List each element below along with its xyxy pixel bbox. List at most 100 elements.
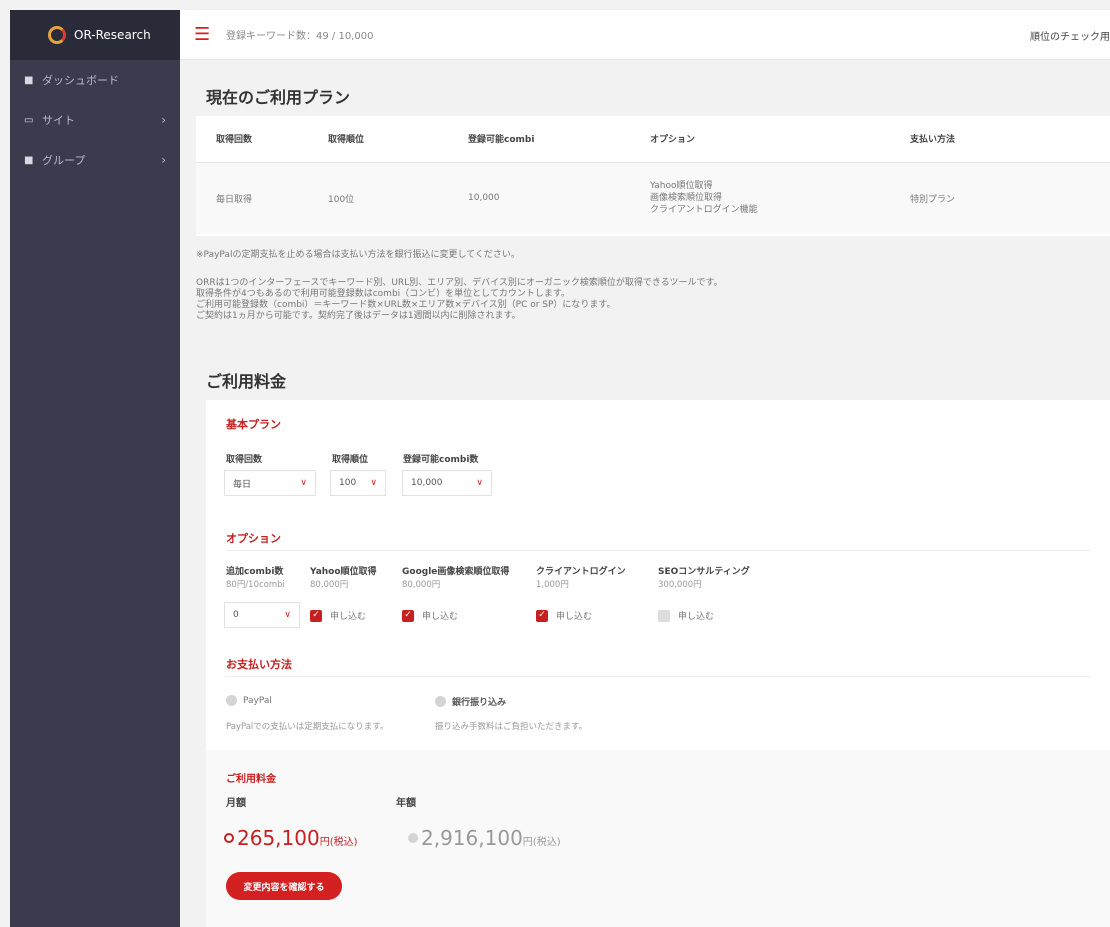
paypal-radio[interactable]: PayPal: [226, 695, 272, 706]
description-line: ORRは1つのインターフェースでキーワード別、URL別、エリア別、デバイス別にオ…: [196, 278, 723, 288]
fee-heading: ご利用料金: [226, 774, 276, 785]
brand-name: OR-Research: [74, 28, 151, 42]
rank-select[interactable]: 100 ∨: [330, 470, 386, 496]
window-icon: ▭: [24, 114, 34, 126]
extra-combi-select[interactable]: 0 ∨: [224, 602, 300, 628]
bank-transfer-radio[interactable]: 銀行振り込み: [435, 695, 506, 708]
google-image-option-price: 80,000円: [402, 580, 441, 590]
description-line: 取得条件が4つもあるので利用可能登録数はcombi（コンビ）を単位としてカウント…: [196, 289, 570, 299]
chevron-down-icon: ∨: [300, 478, 307, 488]
bank-transfer-note: 振り込み手数料はご負担いただきます。: [435, 722, 588, 732]
yearly-label: 年額: [396, 798, 416, 809]
description-line: ご契約は1ヵ月から可能です。契約完了後はデータは1週間以内に削除されます。: [196, 311, 521, 321]
yearly-price-radio[interactable]: 2,916,100 円(税込): [408, 826, 561, 850]
apply-label: 申し込む: [330, 612, 367, 622]
confirm-changes-button[interactable]: 変更内容を確認する: [226, 872, 342, 900]
service-description: ORRは1つのインターフェースでキーワード別、URL別、エリア別、デバイス別にオ…: [196, 278, 723, 322]
table-header-row: 取得回数 取得順位 登録可能combi オプション 支払い方法: [196, 116, 1110, 163]
sidebar: OR-Research ■ ダッシュボード ▭ サイト › ■ グループ ›: [10, 10, 180, 927]
sidebar-item-label: ダッシュボード: [42, 74, 119, 87]
monthly-amount: 265,100: [237, 826, 320, 850]
extra-combi-price: 80円/10combi: [226, 580, 285, 590]
extra-combi-label: 追加combi数: [226, 567, 284, 577]
sidebar-item-label: サイト: [42, 114, 75, 127]
bank-transfer-label: 銀行振り込み: [452, 698, 507, 708]
col-payment: 支払い方法: [890, 116, 1110, 163]
checkbox-unchecked-icon: ✓: [658, 609, 670, 622]
sidebar-item-dashboard[interactable]: ■ ダッシュボード: [10, 60, 180, 100]
brand-header[interactable]: OR-Research: [10, 10, 180, 60]
option-line: 画像検索順位取得: [650, 193, 723, 204]
radio-icon: [408, 833, 418, 843]
seo-option-checkbox[interactable]: ✓ 申し込む: [658, 609, 714, 622]
pricing-title: ご利用料金: [206, 372, 287, 391]
current-plan-card: 取得回数 取得順位 登録可能combi オプション 支払い方法 毎日取得 100…: [196, 116, 1110, 236]
pricing-card: 基本プラン 取得回数 取得順位 登録可能combi数 毎日 ∨ 100 ∨ 10…: [206, 400, 1110, 927]
col-combi: 登録可能combi: [448, 116, 630, 163]
client-login-option-price: 1,000円: [536, 580, 569, 590]
frequency-value: 毎日: [233, 479, 252, 490]
monthly-price-radio[interactable]: 265,100 円(税込): [224, 826, 358, 850]
radio-selected-icon: [224, 833, 234, 843]
yearly-amount: 2,916,100: [421, 826, 523, 850]
client-login-option-label: クライアントログイン: [536, 567, 626, 577]
combi-value: 10,000: [411, 478, 443, 488]
google-image-option-checkbox[interactable]: ✓ 申し込む: [402, 609, 458, 622]
current-plan-title: 現在のご利用プラン: [206, 88, 351, 107]
yahoo-option-checkbox[interactable]: ✓ 申し込む: [310, 609, 366, 622]
yahoo-option-label: Yahoo順位取得: [310, 567, 377, 577]
combi-select[interactable]: 10,000 ∨: [402, 470, 492, 496]
divider: [226, 676, 1090, 677]
option-line: クライアントログイン機能: [650, 205, 758, 216]
description-line: ご利用可能登録数（combi）＝キーワード数×URL数×エリア数×デバイス別（P…: [196, 300, 616, 310]
col-rank: 取得順位: [308, 116, 448, 163]
radio-icon: [226, 695, 237, 706]
basic-plan-heading: 基本プラン: [226, 418, 281, 431]
folder-icon: ■: [24, 154, 34, 166]
frequency-label: 取得回数: [226, 455, 263, 465]
apply-label: 申し込む: [556, 612, 593, 622]
cell-combi: 10,000: [448, 162, 630, 234]
divider: [226, 550, 1090, 551]
checkbox-checked-icon: ✓: [402, 609, 414, 622]
cell-rank: 100位: [308, 162, 448, 234]
client-login-option-checkbox[interactable]: ✓ 申し込む: [536, 609, 592, 622]
checkbox-checked-icon: ✓: [536, 609, 548, 622]
price-unit: 円(税込): [319, 837, 358, 848]
chevron-down-icon: ∨: [476, 478, 483, 488]
sidebar-item-group[interactable]: ■ グループ ›: [10, 140, 180, 180]
options-heading: オプション: [226, 532, 281, 545]
top-bar: ☰ 登録キーワード数：49 / 10,000 順位のチェック用: [180, 10, 1110, 60]
hamburger-icon[interactable]: ☰: [194, 24, 216, 45]
yahoo-option-price: 80,000円: [310, 580, 349, 590]
option-line: Yahoo順位取得: [650, 181, 713, 192]
price-unit: 円(税込): [522, 837, 561, 848]
frequency-select[interactable]: 毎日 ∨: [224, 470, 316, 496]
combi-label: 登録可能combi数: [403, 455, 479, 465]
col-options: オプション: [630, 116, 890, 163]
google-image-option-label: Google画像検索順位取得: [402, 567, 510, 577]
main-content: 現在のご利用プラン 取得回数 取得順位 登録可能combi オプション 支払い方…: [180, 60, 1110, 927]
chevron-down-icon: ∨: [370, 478, 377, 488]
rank-check-link[interactable]: 順位のチェック用: [1030, 28, 1110, 43]
rank-label: 取得順位: [332, 455, 369, 465]
chevron-right-icon: ›: [161, 153, 166, 167]
paypal-label: PayPal: [243, 695, 272, 706]
cell-options: Yahoo順位取得 画像検索順位取得 クライアントログイン機能: [630, 162, 890, 234]
rank-value: 100: [339, 478, 357, 488]
seo-option-label: SEOコンサルティング: [658, 567, 750, 577]
payment-heading: お支払い方法: [226, 658, 292, 671]
extra-combi-value: 0: [233, 610, 239, 620]
table-row: 毎日取得 100位 10,000 Yahoo順位取得 画像検索順位取得 クライア…: [196, 162, 1110, 234]
apply-label: 申し込む: [678, 612, 715, 622]
col-frequency: 取得回数: [196, 116, 308, 163]
radio-icon: [435, 696, 446, 707]
apply-label: 申し込む: [422, 612, 459, 622]
chevron-down-icon: ∨: [284, 610, 291, 620]
paypal-note: PayPalでの支払いは定期支払になります。: [226, 722, 389, 732]
logo-icon: [48, 26, 66, 44]
sidebar-item-site[interactable]: ▭ サイト ›: [10, 100, 180, 140]
keyword-count: 登録キーワード数：49 / 10,000: [226, 31, 374, 42]
paypal-note: ※PayPalの定期支払を止める場合は支払い方法を銀行振込に変更してください。: [196, 250, 520, 260]
cell-frequency: 毎日取得: [196, 162, 308, 234]
